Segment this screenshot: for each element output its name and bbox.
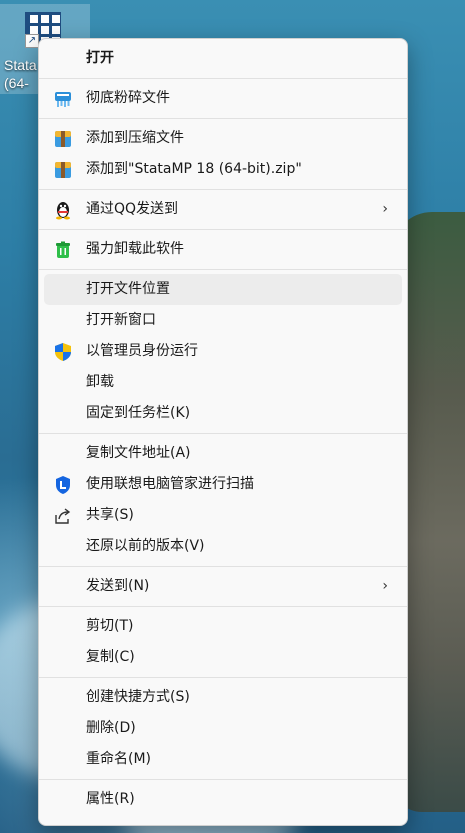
menu-item-send-to[interactable]: 发送到(N) ›: [44, 571, 402, 602]
submenu-arrow-icon: ›: [382, 578, 388, 594]
lenovo-shield-icon: [56, 476, 70, 494]
menu-separator: [39, 118, 407, 119]
menu-label-send-via-qq: 通过QQ发送到: [86, 201, 179, 217]
menu-item-uninstall[interactable]: 卸载: [44, 367, 402, 398]
menu-label-create-shortcut: 创建快捷方式(S): [86, 689, 190, 705]
shredder-icon: [55, 92, 71, 107]
menu-label-cut: 剪切(T): [86, 618, 134, 634]
menu-separator: [39, 269, 407, 270]
menu-item-open-new-window[interactable]: 打开新窗口: [44, 305, 402, 336]
menu-label-copy-path: 复制文件地址(A): [86, 445, 191, 461]
context-menu: 打开 彻底粉碎文件 添加到压缩文件 添加到"StataMP 18 (64-bit…: [38, 38, 408, 826]
menu-label-add-to-archive: 添加到压缩文件: [86, 130, 184, 146]
menu-label-open-file-location: 打开文件位置: [86, 281, 170, 297]
menu-item-pin-taskbar[interactable]: 固定到任务栏(K): [44, 398, 402, 429]
menu-label-rename: 重命名(M): [86, 751, 152, 767]
winrar-archive-icon: [55, 162, 71, 178]
menu-separator: [39, 433, 407, 434]
menu-item-add-to-zip[interactable]: 添加到"StataMP 18 (64-bit).zip": [44, 154, 402, 185]
share-icon: [55, 508, 71, 524]
uac-shield-icon: [55, 343, 71, 361]
menu-separator: [39, 566, 407, 567]
menu-label-send-to: 发送到(N): [86, 578, 150, 594]
menu-item-share[interactable]: 共享(S): [44, 500, 402, 531]
menu-separator: [39, 779, 407, 780]
menu-label-uninstall: 卸载: [86, 374, 114, 390]
menu-label-pin-taskbar: 固定到任务栏(K): [86, 405, 191, 421]
menu-item-lenovo-scan[interactable]: 使用联想电脑管家进行扫描: [44, 469, 402, 500]
menu-item-properties[interactable]: 属性(R): [44, 784, 402, 815]
menu-label-share: 共享(S): [86, 507, 134, 523]
menu-separator: [39, 189, 407, 190]
menu-label-restore-previous: 还原以前的版本(V): [86, 538, 205, 554]
menu-label-copy: 复制(C): [86, 649, 135, 665]
menu-label-open: 打开: [86, 50, 114, 66]
menu-item-add-to-archive[interactable]: 添加到压缩文件: [44, 123, 402, 154]
menu-item-send-via-qq[interactable]: 通过QQ发送到 ›: [44, 194, 402, 225]
menu-separator: [39, 78, 407, 79]
menu-item-delete[interactable]: 删除(D): [44, 713, 402, 744]
green-trash-icon: [56, 241, 70, 258]
menu-separator: [39, 606, 407, 607]
menu-item-open-file-location[interactable]: 打开文件位置: [44, 274, 402, 305]
submenu-arrow-icon: ›: [382, 201, 388, 217]
menu-separator: [39, 677, 407, 678]
menu-item-open[interactable]: 打开: [44, 43, 402, 74]
menu-item-rename[interactable]: 重命名(M): [44, 744, 402, 775]
qq-penguin-icon: [56, 202, 70, 220]
menu-label-run-as-admin: 以管理员身份运行: [86, 343, 198, 359]
menu-label-lenovo-scan: 使用联想电脑管家进行扫描: [86, 476, 254, 492]
menu-label-force-uninstall: 强力卸载此软件: [86, 241, 184, 257]
menu-item-shred[interactable]: 彻底粉碎文件: [44, 83, 402, 114]
shortcut-arrow-icon: ↗: [25, 34, 39, 48]
menu-item-copy[interactable]: 复制(C): [44, 642, 402, 673]
menu-item-force-uninstall[interactable]: 强力卸载此软件: [44, 234, 402, 265]
menu-label-delete: 删除(D): [86, 720, 136, 736]
menu-separator: [39, 229, 407, 230]
menu-item-run-as-admin[interactable]: 以管理员身份运行: [44, 336, 402, 367]
menu-label-open-new-window: 打开新窗口: [86, 312, 156, 328]
menu-label-add-to-zip: 添加到"StataMP 18 (64-bit).zip": [86, 161, 302, 177]
menu-item-cut[interactable]: 剪切(T): [44, 611, 402, 642]
menu-item-create-shortcut[interactable]: 创建快捷方式(S): [44, 682, 402, 713]
winrar-archive-icon: [55, 131, 71, 147]
menu-label-properties: 属性(R): [86, 791, 135, 807]
menu-item-copy-path[interactable]: 复制文件地址(A): [44, 438, 402, 469]
menu-label-shred: 彻底粉碎文件: [86, 90, 170, 106]
menu-item-restore-previous[interactable]: 还原以前的版本(V): [44, 531, 402, 562]
